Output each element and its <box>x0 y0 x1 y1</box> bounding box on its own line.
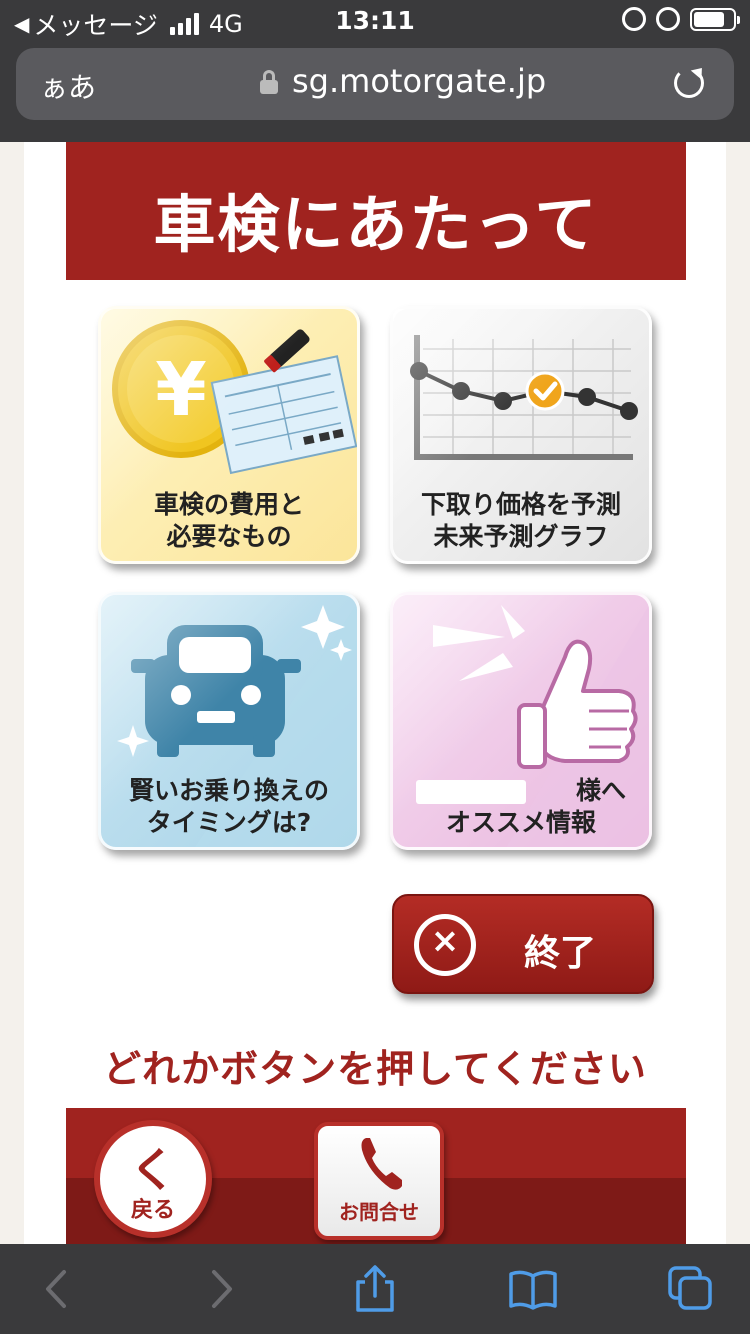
tile-label-line2: 必要なもの <box>166 522 292 551</box>
alarm-icon <box>656 7 680 31</box>
tile-label-line2: 未来予測グラフ <box>433 522 609 551</box>
browser-toolbar <box>0 1244 750 1334</box>
honorific-label: 様へ <box>575 776 626 805</box>
browser-forward-icon[interactable] <box>196 1264 246 1314</box>
share-icon[interactable] <box>350 1264 400 1314</box>
status-bar: ◀ メッセージ 4G 13:11 <box>0 0 750 42</box>
tile-label-line1: 様へ <box>393 775 649 807</box>
orientation-lock-icon <box>622 7 646 31</box>
phone-icon <box>361 1138 402 1190</box>
chevron-left-icon: く <box>130 1143 176 1197</box>
url-text[interactable]: sg.motorgate.jp <box>292 62 546 100</box>
redacted-name <box>415 780 526 804</box>
address-bar[interactable]: ぁあ sg.motorgate.jp <box>16 48 734 120</box>
contact-button-label: お問合せ <box>339 1200 419 1224</box>
status-right <box>622 7 740 31</box>
tile-inspection-costs[interactable]: ¥ 車検の費用と 必要なもの <box>98 306 360 564</box>
browser-back-icon[interactable] <box>34 1264 84 1314</box>
tile-label-line2: オススメ情報 <box>445 808 596 837</box>
bookmarks-icon[interactable] <box>508 1264 558 1314</box>
back-button[interactable]: く 戻る <box>94 1120 212 1238</box>
tile-label-line1: 賢いお乗り換えの <box>128 776 329 805</box>
page-title: 車検にあたって <box>153 188 599 261</box>
lock-icon <box>260 70 278 94</box>
contact-button[interactable]: お問合せ <box>314 1122 444 1240</box>
instruction-text: どれかボタンを押してください <box>103 1047 647 1091</box>
close-icon: × <box>414 914 476 976</box>
tile-replacement-timing[interactable]: 賢いお乗り換えの タイミングは? <box>98 592 360 850</box>
tabs-icon[interactable] <box>666 1264 716 1314</box>
page-header: 車検にあたって <box>66 142 686 280</box>
tile-label-line1: 下取り価格を予測 <box>420 490 621 519</box>
battery-icon <box>690 7 740 31</box>
end-button[interactable]: × 終了 <box>392 894 654 994</box>
browser-address-area: ぁあ sg.motorgate.jp <box>0 42 750 142</box>
tile-label-line1: 車検の費用と <box>153 490 304 519</box>
back-button-label: 戻る <box>130 1198 175 1223</box>
page-content: 車検にあたって ¥ 車検の費用と 必要な <box>24 142 726 1244</box>
footer-bar: く 戻る お問合せ <box>66 1108 686 1244</box>
reload-icon[interactable] <box>674 68 704 98</box>
reader-settings-button[interactable]: ぁあ <box>40 66 96 106</box>
tile-recommendations[interactable]: 様へ オススメ情報 <box>390 592 652 850</box>
tile-label-line2: タイミングは? <box>146 808 312 837</box>
tile-tradein-forecast[interactable]: 下取り価格を予測 未来予測グラフ <box>390 306 652 564</box>
end-button-label: 終了 <box>524 933 597 974</box>
